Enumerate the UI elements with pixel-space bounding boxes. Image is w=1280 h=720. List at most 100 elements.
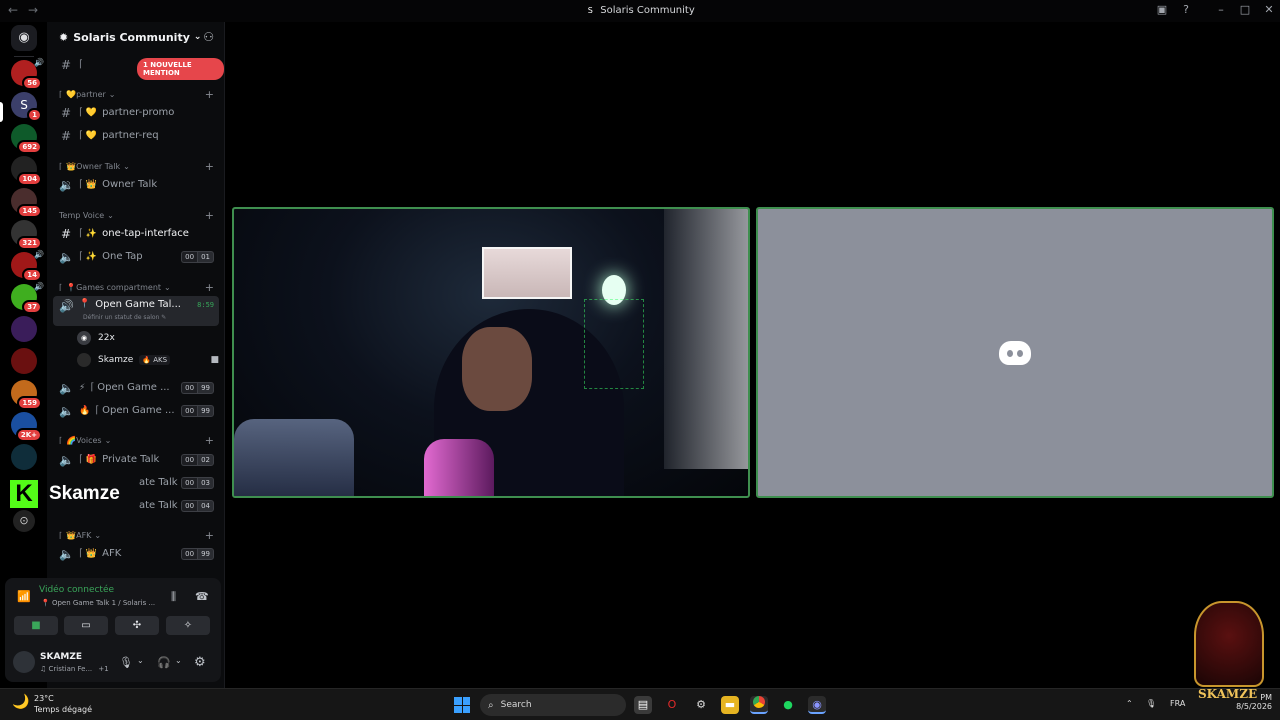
headphones-icon[interactable]: 🎧 [157, 656, 171, 669]
server-icon[interactable]: 🔊 14 [11, 250, 44, 282]
camera-icon: ■ [210, 355, 219, 365]
close-button[interactable]: ✕ [1262, 3, 1276, 17]
microphone-tray-icon[interactable]: 🎙 [1146, 699, 1156, 708]
category-voices[interactable]: ⌈ 🌈 Voices ⌄ + [53, 433, 219, 447]
taskbar-search[interactable]: ⌕ Search [480, 694, 626, 716]
speaker-icon: 🔊 [34, 282, 44, 291]
server-icon[interactable]: 159 [11, 380, 42, 410]
disconnect-icon[interactable]: ☎ [195, 590, 209, 603]
new-mention-banner[interactable]: 1 NOUVELLE MENTION [137, 58, 224, 80]
speaker-icon: 🔊 [59, 299, 74, 313]
server-icon[interactable] [11, 444, 37, 470]
channel-label: Open Game Tal... [95, 299, 181, 310]
channel-one-tap[interactable]: 🔈 ⌈ ✨ One Tap 00 01 [53, 246, 219, 267]
video-tile-no-camera[interactable] [756, 207, 1274, 498]
channel-label: ate Talk [139, 500, 178, 511]
chevron-down-icon: ⌄ [94, 530, 102, 540]
server-icon[interactable] [11, 316, 37, 342]
channel-open-game-2[interactable]: 🔈 ⚡ ⌈ Open Game ... 00 99 [53, 377, 219, 398]
crown-icon: 👑 [66, 530, 77, 540]
channel-status-hint[interactable]: Définir un statut de salon ✎ [83, 314, 166, 321]
channel-afk[interactable]: 🔈 ⌈ 👑 AFK 00 99 [53, 543, 219, 564]
chevron-down-icon: ⌄ [123, 161, 130, 171]
chevron-down-icon[interactable]: ⌄ [137, 656, 144, 665]
screen-share-button[interactable]: ▭ [64, 616, 108, 635]
spotify-icon[interactable]: ● [779, 696, 797, 714]
channel-partner-req[interactable]: # ⌈ 💛 partner-req [53, 125, 219, 146]
server-icon[interactable]: 🔊 56 [11, 58, 44, 90]
file-explorer-icon[interactable]: ▬ [721, 696, 739, 714]
category-games[interactable]: ⌈ 📍 Games compartment ⌄ + [53, 280, 219, 294]
pin-icon: 📍 [79, 299, 91, 309]
noise-suppression-icon[interactable]: ⫼ [171, 590, 176, 604]
add-channel-icon[interactable]: + [205, 209, 214, 222]
category-temp-voice[interactable]: Temp Voice ⌄ + [53, 208, 219, 222]
invite-icon[interactable]: ⚇ [203, 30, 214, 44]
server-icon[interactable] [11, 348, 37, 374]
category-partner[interactable]: ⌈ 💛 partner ⌄ + [53, 87, 219, 101]
category-owner-talk[interactable]: ⌈ 👑 Owner Talk ⌄ + [53, 159, 219, 173]
camera-button[interactable]: ■ [14, 616, 58, 635]
soundboard-button[interactable]: ✧ [166, 616, 210, 635]
channel-prefix: ⌈ [90, 382, 95, 393]
add-channel-icon[interactable]: + [205, 434, 214, 447]
help-icon[interactable]: ? [1179, 3, 1193, 17]
opera-icon[interactable]: O [663, 696, 681, 714]
voice-channel-link[interactable]: 📍 Open Game Talk 1 / Solaris ... [41, 599, 155, 607]
steam-icon[interactable]: ⚙ [692, 696, 710, 714]
maximize-button[interactable]: □ [1238, 3, 1252, 17]
user-limit-counter: 00 99 [181, 547, 214, 560]
video-tile-webcam[interactable] [232, 207, 750, 498]
add-channel-icon[interactable]: + [205, 160, 214, 173]
hash-icon: # [60, 57, 72, 72]
user-limit-counter: 00 04 [181, 499, 214, 512]
avatar[interactable] [13, 651, 35, 673]
add-channel-icon[interactable]: + [205, 281, 214, 294]
hash-icon: # [60, 226, 72, 241]
chrome-icon[interactable] [750, 696, 768, 714]
rainbow-icon: 🌈 [66, 435, 77, 445]
voice-user-22x[interactable]: ◉ 22x [77, 329, 115, 347]
fire-icon: 🔥 [79, 405, 91, 416]
settings-gear-icon[interactable]: ⚙ [194, 655, 206, 670]
channel-one-tap-interface[interactable]: # ⌈ ✨ one-tap-interface [53, 223, 219, 244]
activities-button[interactable]: ✣ [115, 616, 159, 635]
chevron-down-icon[interactable]: ⌄ [175, 656, 182, 665]
microphone-icon[interactable]: 🎙 [119, 656, 133, 669]
channel-partner-promo[interactable]: # ⌈ 💛 partner-promo [53, 102, 219, 123]
server-icon[interactable]: 2K+ [11, 412, 42, 442]
task-view-icon[interactable]: ▤ [634, 696, 652, 714]
inbox-icon[interactable]: ▣ [1155, 3, 1169, 17]
discord-home-icon[interactable]: ◉ [11, 25, 37, 51]
flame-icon: 🔥 [142, 356, 152, 364]
discord-taskbar-icon[interactable]: ◉ [808, 696, 826, 714]
discover-icon[interactable]: ⊙ [13, 510, 35, 532]
channel-prefix: ⌈ [95, 405, 100, 416]
category-afk[interactable]: ⌈ 👑 AFK ⌄ + [53, 528, 219, 542]
add-channel-icon[interactable]: + [205, 529, 214, 542]
server-icon[interactable]: 321 [11, 220, 42, 250]
voice-user-skamze[interactable]: Skamze 🔥 AKS ■ [77, 351, 219, 369]
channel-private-talk-1[interactable]: 🔈 ⌈ 🎁 Private Talk 00 02 [53, 449, 219, 470]
count-current: 00 [181, 453, 198, 466]
count-limit: 03 [197, 476, 214, 489]
channel-open-game-3[interactable]: 🔈 🔥 ⌈ Open Game ... 00 99 [53, 400, 219, 421]
windows-start-icon[interactable] [454, 697, 470, 713]
add-channel-icon[interactable]: + [205, 88, 214, 101]
signal-icon[interactable]: 📶 [17, 590, 31, 603]
tray-chevron-icon[interactable]: ⌃ [1126, 699, 1133, 708]
server-icon[interactable]: 692 [11, 124, 42, 154]
server-icon[interactable]: 145 [11, 188, 42, 218]
server-icon[interactable]: 🔊 37 [11, 282, 44, 314]
server-header[interactable]: ✹ Solaris Community ⌄ ⚇ [47, 22, 224, 52]
channel-prefix: ⌈ [79, 59, 83, 70]
channel-open-game-talk-active[interactable]: 🔊 📍 Open Game Tal... 8:59 Définir un statut … [53, 296, 219, 326]
channel-owner-talk[interactable]: 🔉 ⌈ 👑 Owner Talk [53, 174, 219, 195]
minimize-button[interactable]: – [1214, 3, 1228, 17]
server-icon[interactable]: 104 [11, 156, 42, 186]
count-current: 00 [181, 404, 198, 417]
server-icon-solaris[interactable]: S1 [11, 92, 42, 122]
voice-user-name: 22x [98, 333, 115, 343]
channel-prefix: ⌈ [79, 548, 83, 559]
heart-icon: 💛 [85, 130, 98, 141]
